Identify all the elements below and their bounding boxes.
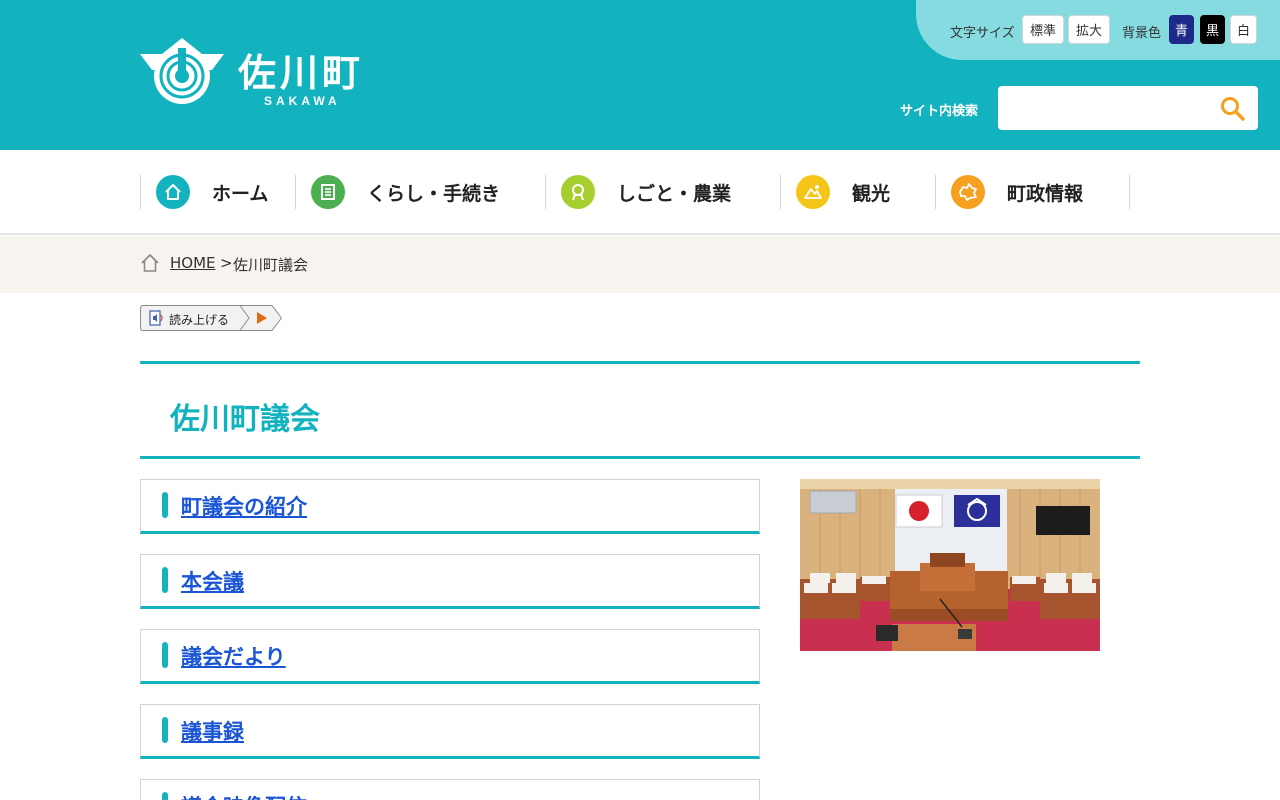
global-nav: ホーム くらし・手続き しごと・農業 観光 町政情報 [0,150,1280,235]
list-item-link[interactable]: 議事録 [181,716,244,746]
home-icon [141,254,159,272]
nav-item-home[interactable]: ホーム [156,174,268,210]
document-icon [311,175,345,209]
list-item-link[interactable]: 町議会の紹介 [181,491,307,521]
nav-label-government: 町政情報 [1007,182,1084,205]
nav-divider [295,175,296,209]
list-item-link[interactable]: 議会映像配信 [181,791,307,800]
nav-item-government[interactable]: 町政情報 [951,174,1083,210]
mountain-icon [796,175,830,209]
list-item[interactable]: 議事録 [140,704,760,759]
font-size-label: 文字サイズ [950,26,1015,41]
search-label: サイト内検索 [900,104,979,119]
home-icon [156,175,190,209]
list-item-marker [162,642,168,668]
nav-label-work: しごと・農業 [617,182,732,205]
assembly-hall-photo [800,479,1100,651]
list-item-marker [162,717,168,743]
bg-white-button[interactable]: 白 [1230,15,1257,44]
breadcrumb-home-link[interactable]: HOME [170,254,216,272]
assembly-hall-image [800,479,1100,651]
play-icon [257,312,267,324]
nav-divider [140,175,141,209]
read-aloud-label: 読み上げる [169,313,230,327]
font-size-large-button[interactable]: 拡大 [1068,15,1110,44]
nav-label-living: くらし・手続き [367,182,501,205]
page-title-box: 佐川町議会 [140,361,1140,459]
bg-blue-button[interactable]: 青 [1169,15,1194,44]
list-item-marker [162,567,168,593]
font-size-standard-button[interactable]: 標準 [1022,15,1064,44]
search-button[interactable] [1218,94,1248,122]
read-aloud-button[interactable]: 読み上げる [140,305,283,331]
list-item-link[interactable]: 本会議 [181,566,244,596]
list-item-marker [162,792,168,800]
breadcrumb-current: 佐川町議会 [233,256,309,274]
nav-divider [935,175,936,209]
nav-divider [545,175,546,209]
nav-item-tourism[interactable]: 観光 [796,174,890,210]
bg-color-label: 背景色 [1122,26,1162,41]
search-input[interactable] [998,86,1208,130]
list-item[interactable]: 本会議 [140,554,760,609]
bg-black-button[interactable]: 黒 [1200,15,1225,44]
list-item[interactable]: 議会映像配信 [140,779,760,800]
list-item[interactable]: 議会だより [140,629,760,684]
search-icon [1221,97,1245,121]
nav-divider [1129,175,1130,209]
nav-label-home: ホーム [212,182,269,205]
list-item[interactable]: 町議会の紹介 [140,479,760,534]
nav-item-work[interactable]: しごと・農業 [561,174,731,210]
speaker-icon [149,310,163,326]
breadcrumb-separator: > [220,254,233,272]
logo-subtitle: SAKAWA [264,94,341,108]
page-title: 佐川町議会 [170,402,320,437]
nav-item-living[interactable]: くらし・手続き [311,174,500,210]
list-item-link[interactable]: 議会だより [181,641,286,671]
list-item-marker [162,492,168,518]
site-logo[interactable]: 佐川町 SAKAWA [140,38,380,113]
logo-title: 佐川町 [238,51,365,95]
nav-divider [780,175,781,209]
person-icon [561,175,595,209]
town-map-icon [951,175,985,209]
site-header: 佐川町 SAKAWA 文字サイズ 標準 拡大 背景色 青 黒 白 サイト内検索 [0,0,1280,150]
search-box [998,86,1258,130]
nav-label-tourism: 観光 [852,182,891,205]
town-emblem-icon [140,38,224,104]
